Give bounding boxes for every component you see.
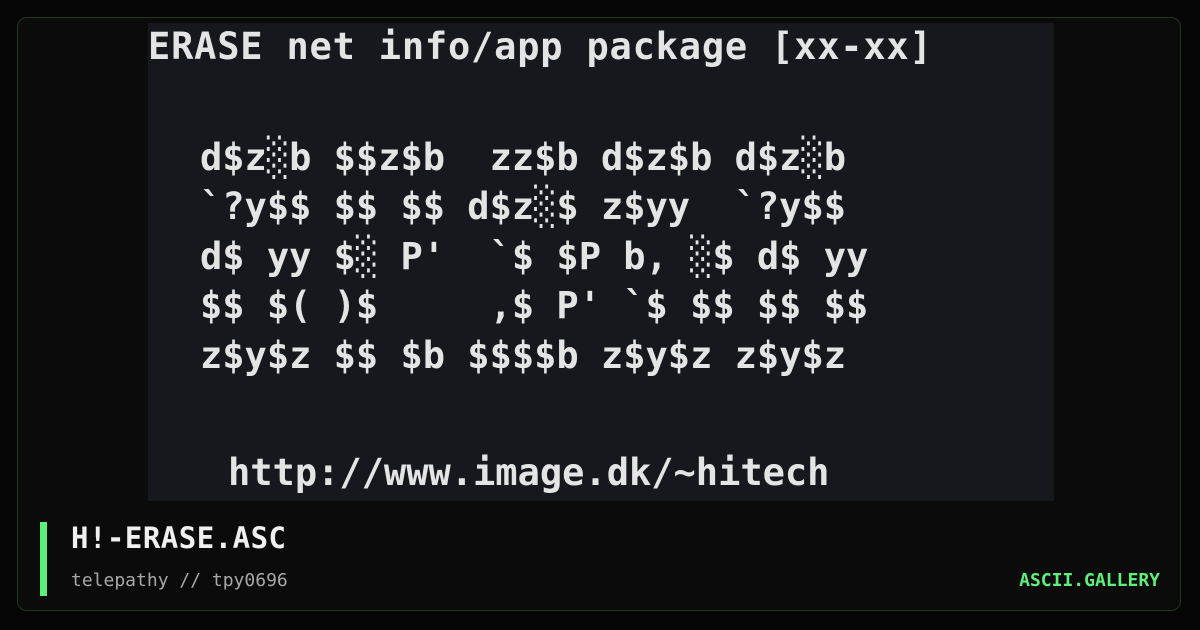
artwork-title: H!-ERASE.ASC (71, 521, 287, 555)
art-line: ERASE net info/app package [xx-xx] (148, 25, 933, 68)
ascii-art: ERASE net info/app package [xx-xx] d$z░b… (148, 23, 1054, 501)
accent-bar (40, 522, 47, 596)
ascii-art-preview: ERASE net info/app package [xx-xx] d$z░b… (148, 23, 1054, 501)
art-line: z$y$z $$ $b $$$$b z$y$z z$y$z (200, 334, 847, 377)
art-line: $$ $( )$ ,$ P' `$ $$ $$ $$ (200, 284, 869, 327)
art-line: d$ yy $░ P' `$ $P b, ░$ d$ yy (200, 235, 869, 278)
art-line: http://www.image.dk/~hitech (228, 451, 830, 494)
brand-label[interactable]: ASCII.GALLERY (1019, 570, 1160, 591)
footer: H!-ERASE.ASC telepathy // tpy0696 ASCII.… (18, 501, 1180, 610)
artwork-card: ERASE net info/app package [xx-xx] d$z░b… (17, 17, 1181, 611)
artwork-subtitle: telepathy // tpy0696 (71, 570, 288, 591)
art-line: d$z░b $$z$b zz$b d$z$b d$z░b (200, 136, 847, 179)
art-line: `?y$$ $$ $$ d$z░$ z$yy `?y$$ (200, 185, 847, 228)
